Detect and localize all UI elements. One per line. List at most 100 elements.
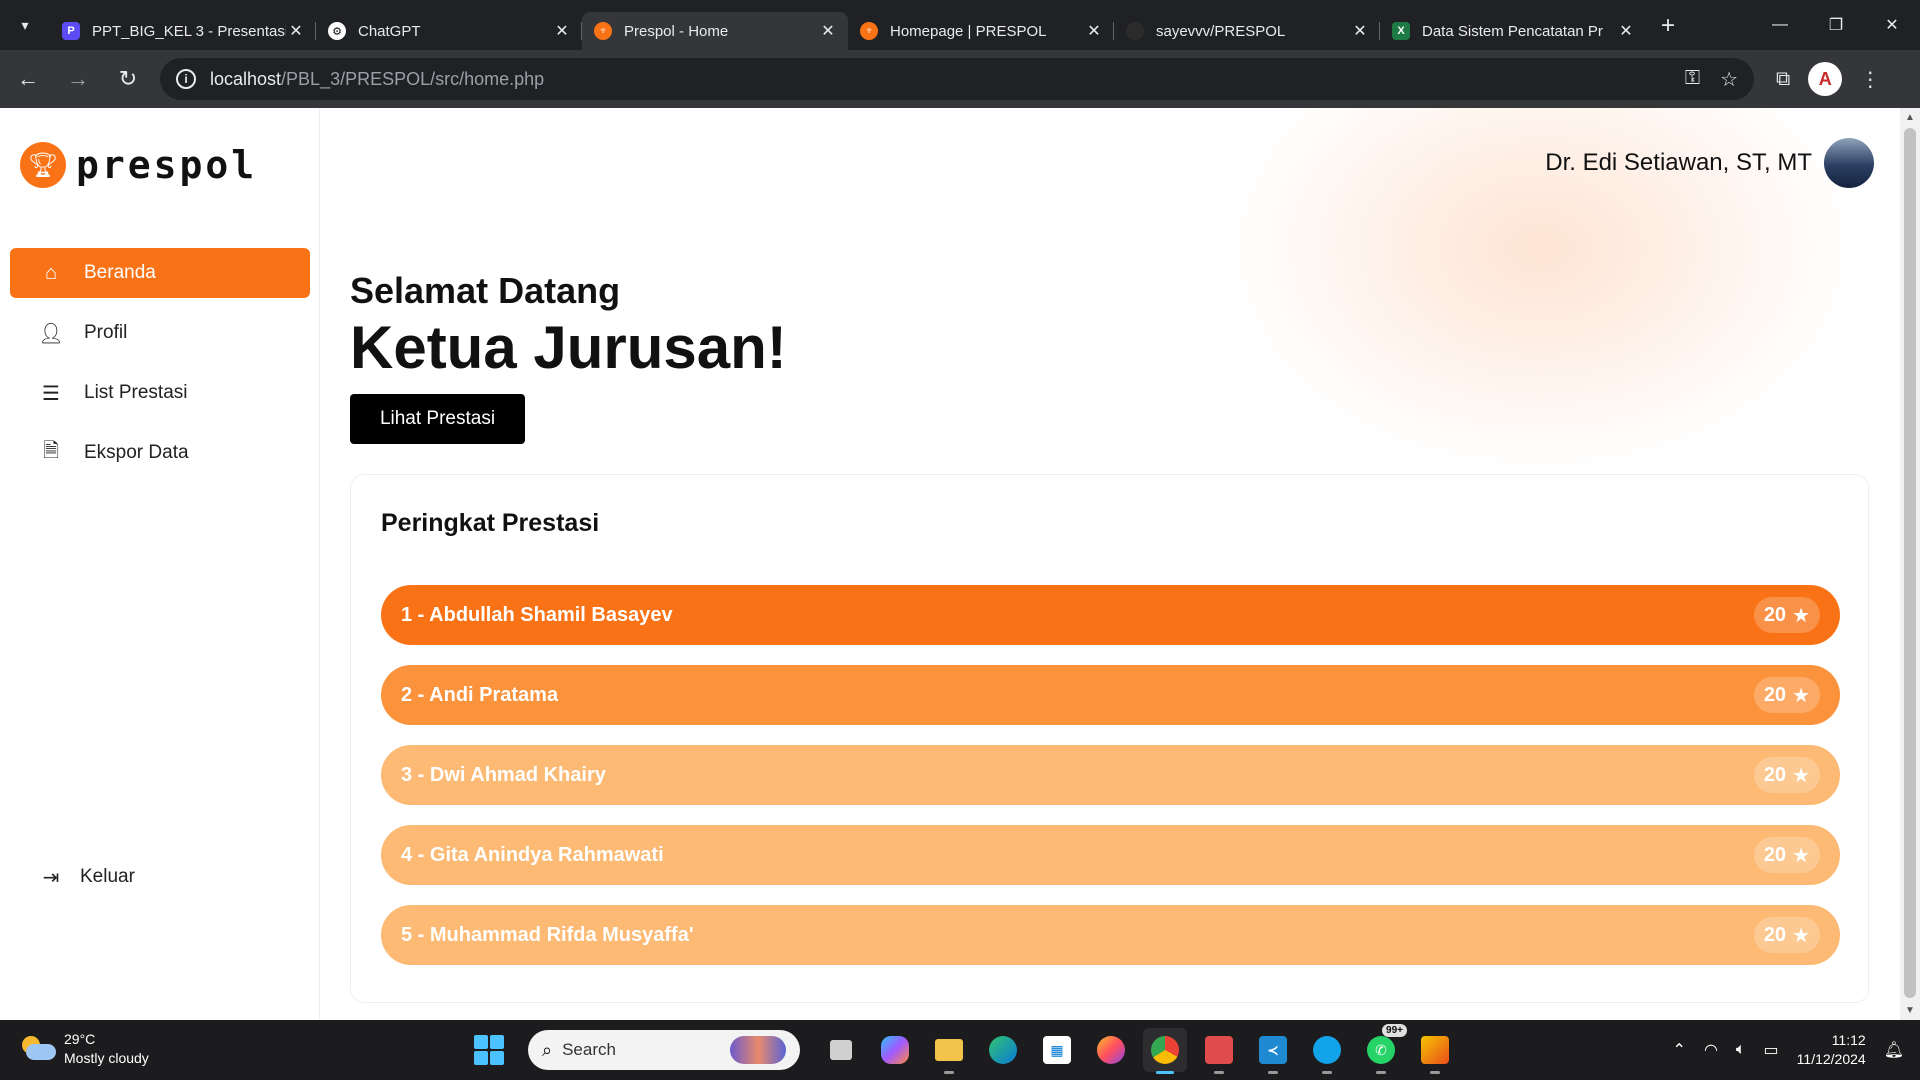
taskbar-search[interactable]: ⌕ Search — [528, 1030, 800, 1070]
tab-close-icon[interactable]: ✕ — [818, 21, 838, 41]
battery-icon[interactable]: ▭ — [1764, 1040, 1779, 1060]
tab-close-icon[interactable]: ✕ — [286, 21, 306, 41]
browser-tab[interactable]: sayevvv/PRESPOL ✕ — [1114, 12, 1380, 50]
address-bar[interactable]: i localhost/PBL_3/PRESPOL/src/home.php ⚿… — [160, 58, 1754, 100]
browser-tab-active[interactable]: ♆ Prespol - Home ✕ — [582, 12, 848, 50]
ranking-row[interactable]: 4 - Gita Anindya Rahmawati 20 ★ — [381, 825, 1840, 885]
url-path: /PBL_3/PRESPOL/src/home.php — [281, 68, 545, 89]
star-icon: ★ — [1792, 604, 1810, 627]
forward-arrow-icon[interactable]: → — [56, 57, 100, 101]
snipping-tool-icon[interactable] — [1197, 1028, 1241, 1074]
chrome-icon[interactable] — [1143, 1028, 1187, 1074]
task-view-icon[interactable] — [819, 1028, 863, 1072]
browser-tab[interactable]: ♆ Homepage | PRESPOL ✕ — [848, 12, 1114, 50]
tab-close-icon[interactable]: ✕ — [1616, 21, 1636, 41]
vscode-icon[interactable]: ≺ — [1251, 1028, 1295, 1074]
excel-favicon-icon: X — [1392, 22, 1410, 40]
scroll-up-arrow-icon[interactable]: ▲ — [1900, 112, 1920, 123]
cloud-app-icon[interactable] — [1305, 1028, 1349, 1074]
clock-date: 11/12/2024 — [1796, 1051, 1866, 1067]
points-badge: 20 ★ — [1753, 677, 1820, 713]
points-badge: 20 ★ — [1753, 757, 1820, 793]
tab-close-icon[interactable]: ✕ — [1350, 21, 1370, 41]
ranking-name: 1 - Abdullah Shamil Basayev — [401, 603, 673, 626]
file-icon: 🗎︎ — [42, 440, 60, 462]
user-name: Dr. Edi Setiawan, ST, MT — [1545, 149, 1812, 176]
extensions-puzzle-icon[interactable]: ⧉ — [1776, 68, 1790, 91]
tab-title: PPT_BIG_KEL 3 - Presentasi — [92, 22, 286, 40]
edge-icon[interactable] — [981, 1028, 1025, 1072]
back-arrow-icon[interactable]: ← — [6, 57, 50, 101]
bookmark-star-icon[interactable]: ☆ — [1720, 67, 1738, 92]
microsoft-store-icon[interactable]: ▦ — [1035, 1028, 1079, 1072]
page-viewport: 🏆︎ prespol ⌂ Beranda 👤︎ Profil ☰ List Pr… — [0, 108, 1900, 1020]
url-text[interactable]: localhost/PBL_3/PRESPOL/src/home.php — [210, 69, 1685, 90]
ranking-row[interactable]: 2 - Andi Pratama 20 ★ — [381, 665, 1840, 725]
system-clock[interactable]: 11:12 11/12/2024 — [1797, 1031, 1866, 1069]
new-tab-button[interactable]: + — [1650, 8, 1686, 44]
lihat-prestasi-button[interactable]: Lihat Prestasi — [350, 394, 525, 444]
sidebar: 🏆︎ prespol ⌂ Beranda 👤︎ Profil ☰ List Pr… — [0, 108, 320, 1020]
url-host: localhost — [210, 68, 282, 89]
sidebar-menu: ⌂ Beranda 👤︎ Profil ☰ List Prestasi 🗎︎ E… — [10, 248, 310, 488]
tab-search-dropdown[interactable]: ▾ — [0, 0, 50, 50]
notification-bell-icon[interactable]: 🔔︎ — [1884, 1040, 1904, 1060]
user-profile[interactable]: Dr. Edi Setiawan, ST, MT — [1545, 138, 1874, 188]
weather-temperature: 29°C — [64, 1031, 96, 1047]
reload-icon[interactable]: ↻ — [106, 57, 150, 101]
sidebar-item-list-prestasi[interactable]: ☰ List Prestasi — [10, 368, 310, 418]
wifi-icon[interactable]: ◠ — [1704, 1040, 1718, 1060]
tab-close-icon[interactable]: ✕ — [1084, 21, 1104, 41]
powerpoint-favicon-icon: P — [62, 22, 80, 40]
list-icon: ☰ — [42, 382, 60, 405]
logout-button[interactable]: ⇥ Keluar — [10, 852, 310, 902]
ranking-title: Peringkat Prestasi — [381, 509, 600, 537]
file-explorer-icon[interactable] — [927, 1028, 971, 1074]
tab-title: Data Sistem Pencatatan Pr — [1422, 22, 1603, 40]
points-value: 20 — [1763, 763, 1787, 786]
clock-time: 11:12 — [1831, 1032, 1866, 1048]
points-value: 20 — [1763, 603, 1787, 626]
ranking-row[interactable]: 1 - Abdullah Shamil Basayev 20 ★ — [381, 585, 1840, 645]
scroll-down-arrow-icon[interactable]: ▼ — [1900, 1005, 1920, 1016]
partly-cloudy-icon — [20, 1036, 56, 1062]
tab-close-icon[interactable]: ✕ — [552, 21, 572, 41]
sidebar-item-ekspor-data[interactable]: 🗎︎ Ekspor Data — [10, 428, 310, 478]
search-icon: ⌕ — [542, 1039, 553, 1060]
restore-icon[interactable]: ❐ — [1808, 0, 1864, 50]
tab-title: Homepage | PRESPOL — [890, 22, 1047, 40]
browser-menu-icon[interactable]: ⋮ — [1860, 67, 1880, 92]
trophy-icon: 🏆︎ — [20, 142, 66, 188]
volume-icon[interactable]: 🔈︎ — [1736, 1041, 1746, 1059]
firefox-icon[interactable] — [1089, 1028, 1133, 1072]
weather-widget[interactable]: 29°C Mostly cloudy — [20, 1030, 149, 1068]
browser-tab-strip: ▾ P PPT_BIG_KEL 3 - Presentasi ✕ ⚙ ChatG… — [0, 0, 1920, 50]
system-tray: ⌃ ◠ 🔈︎ ▭ 11:12 11/12/2024 🔔︎ — [1673, 1020, 1904, 1080]
profile-avatar[interactable]: A — [1808, 62, 1843, 96]
whatsapp-icon[interactable]: ✆ 99+ — [1359, 1024, 1407, 1074]
ranking-name: 3 - Dwi Ahmad Khairy — [401, 763, 606, 786]
browser-tab[interactable]: X Data Sistem Pencatatan Pr ✕ — [1380, 12, 1646, 50]
app-logo[interactable]: 🏆︎ prespol — [20, 142, 257, 188]
browser-tab[interactable]: P PPT_BIG_KEL 3 - Presentasi ✕ — [50, 12, 316, 50]
minimize-icon[interactable]: — — [1752, 0, 1808, 50]
copilot-icon[interactable] — [873, 1028, 917, 1072]
close-window-icon[interactable]: ✕ — [1864, 0, 1920, 50]
sidebar-item-beranda[interactable]: ⌂ Beranda — [10, 248, 310, 298]
search-label: Search — [562, 1040, 616, 1059]
chatgpt-favicon-icon: ⚙ — [328, 22, 346, 40]
ranking-row[interactable]: 3 - Dwi Ahmad Khairy 20 ★ — [381, 745, 1840, 805]
chevron-up-icon[interactable]: ⌃ — [1673, 1040, 1686, 1060]
scrollbar-thumb[interactable] — [1904, 128, 1916, 998]
role-heading: Ketua Jurusan! — [350, 314, 787, 381]
site-info-icon[interactable]: i — [176, 69, 196, 89]
xampp-icon[interactable] — [1413, 1028, 1457, 1074]
home-icon: ⌂ — [44, 261, 58, 284]
windows-start-icon[interactable] — [474, 1035, 504, 1065]
ranking-row[interactable]: 5 - Muhammad Rifda Musyaffa' 20 ★ — [381, 905, 1840, 965]
page-scrollbar[interactable]: ▲ ▼ — [1900, 108, 1920, 1020]
sidebar-item-profil[interactable]: 👤︎ Profil — [10, 308, 310, 358]
password-key-icon[interactable]: ⚿ — [1685, 67, 1700, 92]
points-badge: 20 ★ — [1753, 597, 1820, 633]
browser-tab[interactable]: ⚙ ChatGPT ✕ — [316, 12, 582, 50]
